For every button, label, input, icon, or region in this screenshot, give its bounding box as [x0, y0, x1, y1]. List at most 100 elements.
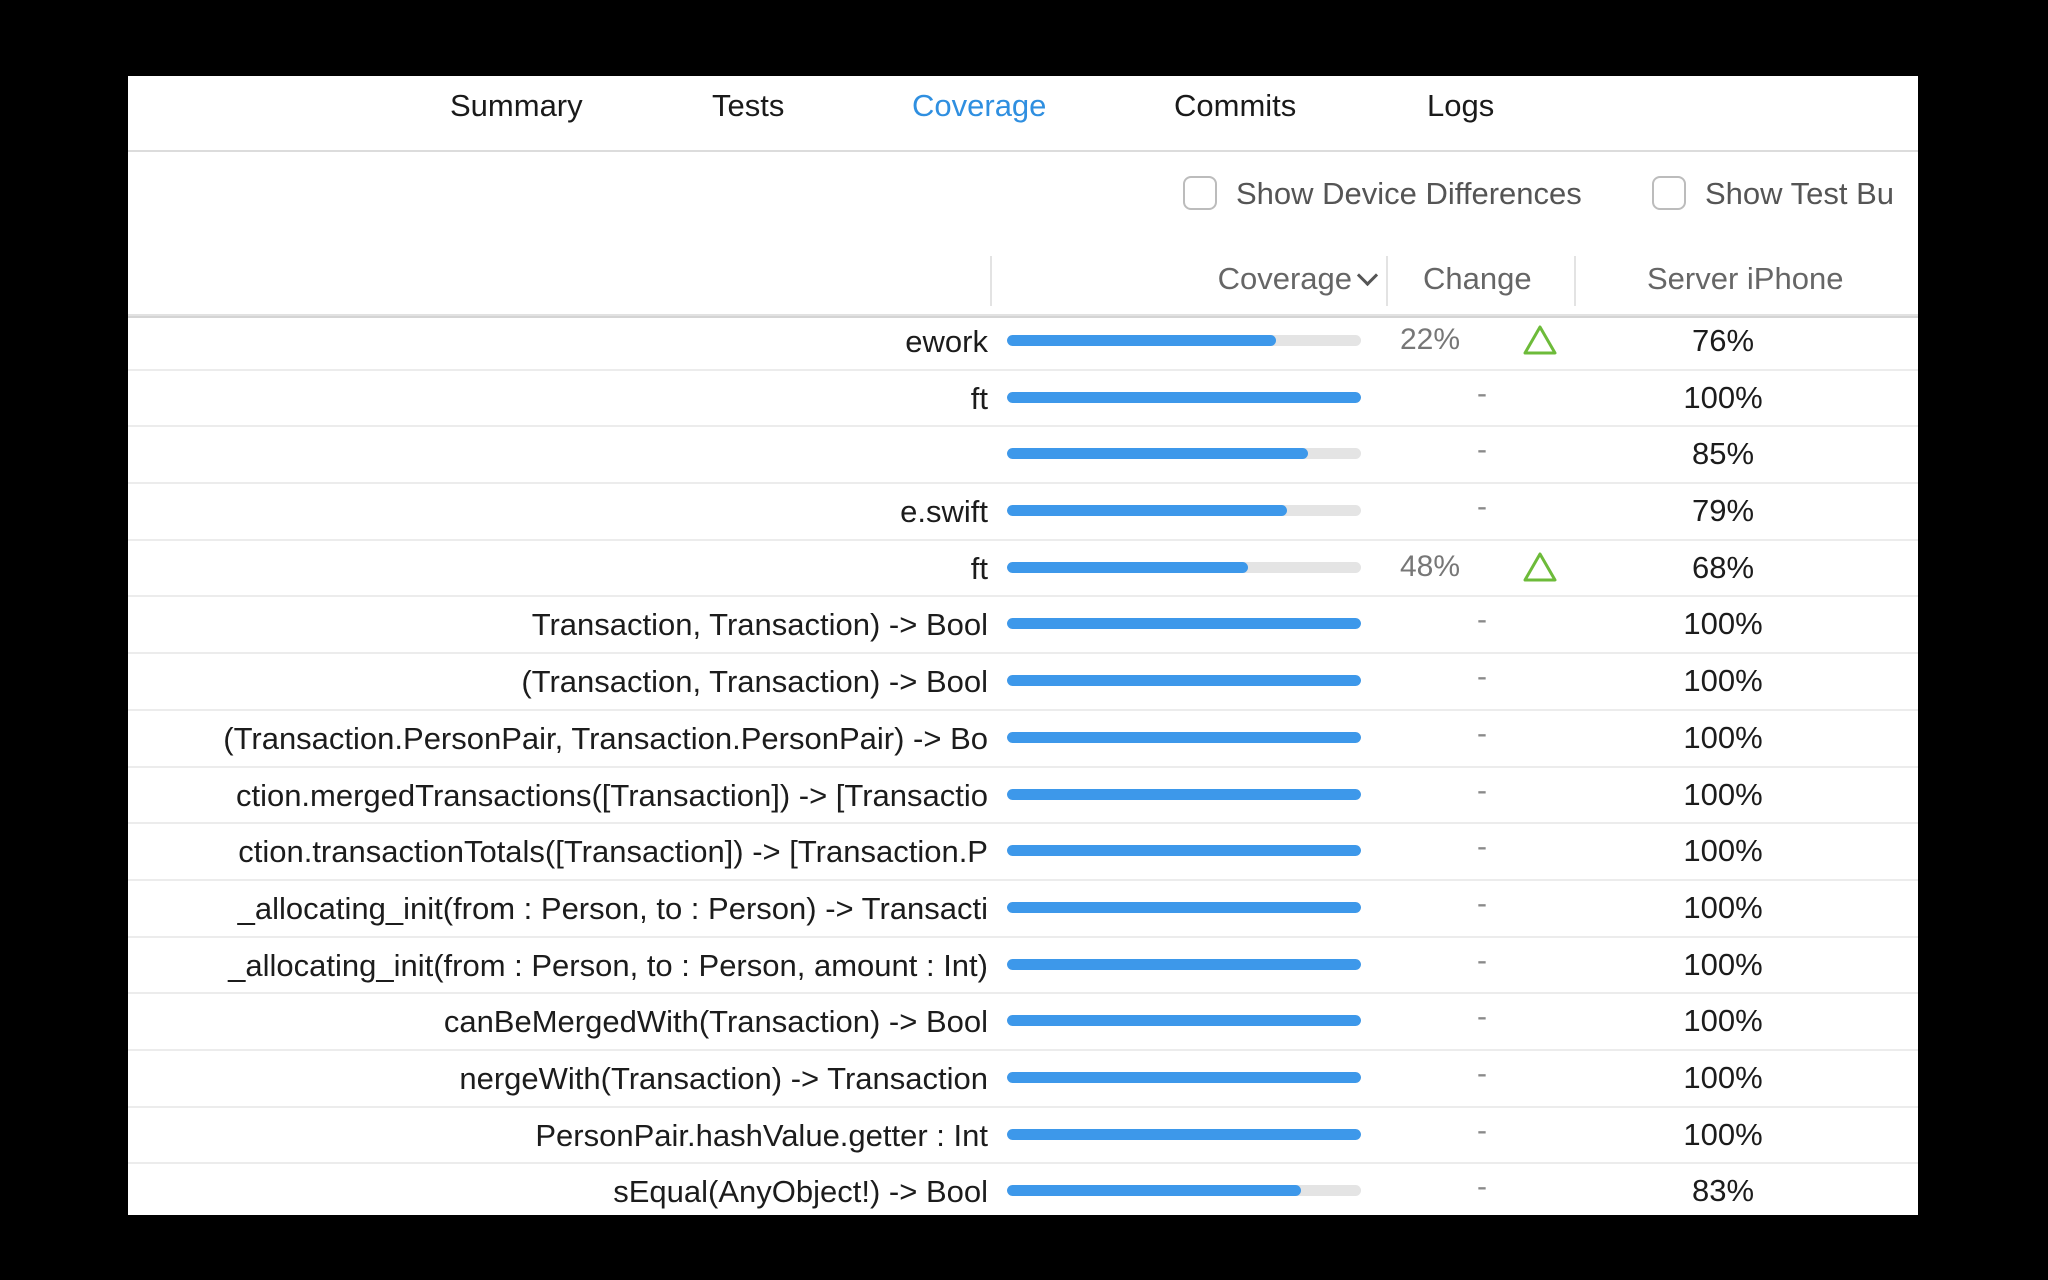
coverage-bar: [1007, 958, 1361, 970]
coverage-bar: [1007, 901, 1361, 913]
table-row[interactable]: _allocating_init(from : Person, to : Per…: [128, 938, 1918, 995]
show-test-bundles-label[interactable]: Show Test Bu: [1705, 176, 1894, 212]
coverage-column-header[interactable]: Coverage: [1217, 259, 1379, 299]
coverage-bar-fill: [1007, 958, 1361, 970]
table-row[interactable]: (Transaction, Transaction) -> Bool - 100%: [128, 654, 1918, 711]
show-device-differences-label[interactable]: Show Device Differences: [1236, 176, 1582, 212]
coverage-bar-fill: [1007, 1128, 1361, 1140]
table-row[interactable]: - 85%: [128, 427, 1918, 485]
coverage-bar: [1007, 505, 1361, 517]
change-value: -: [1477, 1000, 1487, 1034]
change-value: -: [1477, 376, 1487, 410]
table-row[interactable]: nergeWith(Transaction) -> Transaction - 10…: [128, 1051, 1918, 1108]
row-name: (Transaction, Transaction) -> Bool: [521, 664, 988, 700]
device-coverage-percent: 100%: [1683, 606, 1763, 642]
change-value: -: [1477, 660, 1487, 694]
row-name-cell: canBeMergedWith(Transaction) -> Bool: [128, 994, 988, 1048]
row-name-cell: _allocating_init(from : Person, to : Per…: [128, 938, 988, 992]
coverage-bar-fill: [1007, 1185, 1301, 1197]
column-separator: [1386, 256, 1388, 306]
row-name-cell: PersonPair.hashValue.getter : Int: [128, 1108, 988, 1162]
table-row[interactable]: sEqual(AnyObject!) -> Bool - 83%: [128, 1164, 1918, 1215]
change-column-header[interactable]: Change: [1423, 259, 1532, 299]
coverage-bar: [1007, 1015, 1361, 1027]
coverage-window: Summary Tests Coverage Commits Logs Show…: [128, 76, 1918, 1215]
coverage-bar-fill: [1007, 391, 1361, 403]
device-coverage-percent: 100%: [1683, 833, 1763, 869]
row-name: _allocating_init(from : Person, to : Per…: [228, 947, 988, 983]
coverage-bar: [1007, 1071, 1361, 1083]
coverage-bar: [1007, 1128, 1361, 1140]
change-value: -: [1477, 886, 1487, 920]
table-row[interactable]: Transaction, Transaction) -> Bool - 100%: [128, 597, 1918, 655]
table-row[interactable]: e.swift - 79%: [128, 484, 1918, 541]
device-coverage-percent: 100%: [1683, 379, 1763, 415]
row-name: PersonPair.hashValue.getter : Int: [535, 1117, 988, 1153]
row-name-cell: ework: [128, 314, 988, 368]
server-iphone-column-header[interactable]: Server iPhone: [1647, 259, 1843, 299]
row-name: Transaction, Transaction) -> Bool: [531, 607, 988, 643]
show-test-bundles-checkbox[interactable]: [1652, 176, 1686, 210]
row-name: ft: [970, 380, 988, 416]
table-row[interactable]: PersonPair.hashValue.getter : Int - 100%: [128, 1108, 1918, 1165]
device-coverage-percent: 100%: [1683, 663, 1763, 699]
device-coverage-percent: 100%: [1683, 889, 1763, 925]
device-coverage-percent: 83%: [1691, 1173, 1755, 1209]
table-row[interactable]: ework 22% 76%: [128, 314, 1918, 371]
change-value: -: [1477, 490, 1487, 524]
row-name: nergeWith(Transaction) -> Transaction: [459, 1060, 988, 1096]
device-coverage-percent: 100%: [1683, 946, 1763, 982]
coverage-column-label: Coverage: [1217, 261, 1352, 296]
tab-commits[interactable]: Commits: [1174, 88, 1296, 124]
coverage-bar-fill: [1007, 618, 1361, 630]
table-row[interactable]: (Transaction.PersonPair, Transaction.Per…: [128, 711, 1918, 768]
table-row[interactable]: ft 48% 68%: [128, 541, 1918, 598]
tab-summary[interactable]: Summary: [450, 88, 583, 124]
change-value: -: [1477, 1056, 1487, 1090]
row-name-cell: Transaction, Transaction) -> Bool: [128, 597, 988, 651]
table-row[interactable]: ction.transactionTotals([Transaction]) -…: [128, 824, 1918, 881]
tab-logs[interactable]: Logs: [1427, 88, 1494, 124]
chevron-down-icon: [1356, 264, 1379, 286]
change-value: -: [1477, 943, 1487, 977]
coverage-bar-fill: [1007, 505, 1287, 517]
row-name-cell: [128, 427, 988, 481]
row-name: _allocating_init(from : Person, to : Per…: [237, 890, 988, 926]
change-value: -: [1477, 716, 1487, 750]
tab-bar: Summary Tests Coverage Commits Logs: [128, 76, 1918, 152]
coverage-bar: [1007, 788, 1361, 800]
row-name-cell: (Transaction.PersonPair, Transaction.Per…: [128, 711, 988, 765]
coverage-bar-fill: [1007, 1015, 1361, 1027]
device-coverage-percent: 85%: [1691, 436, 1755, 472]
table-row[interactable]: _allocating_init(from : Person, to : Per…: [128, 881, 1918, 938]
row-name-cell: ction.transactionTotals([Transaction]) -…: [128, 824, 988, 878]
row-name-cell: e.swift: [128, 484, 988, 538]
tab-coverage[interactable]: Coverage: [912, 88, 1046, 124]
row-name-cell: (Transaction, Transaction) -> Bool: [128, 654, 988, 708]
coverage-bar-fill: [1007, 448, 1308, 460]
row-name: (Transaction.PersonPair, Transaction.Per…: [223, 720, 988, 756]
change-value: 22%: [1400, 323, 1461, 356]
coverage-bar: [1007, 335, 1361, 346]
change-value: -: [1477, 603, 1487, 637]
coverage-bar: [1007, 618, 1361, 630]
table-row[interactable]: ft - 100%: [128, 371, 1918, 428]
coverage-bar: [1007, 448, 1361, 460]
coverage-bar-fill: [1007, 335, 1277, 346]
table-row[interactable]: canBeMergedWith(Transaction) -> Bool - 100…: [128, 994, 1918, 1051]
tab-tests[interactable]: Tests: [712, 88, 784, 124]
row-name-cell: sEqual(AnyObject!) -> Bool: [128, 1164, 988, 1215]
coverage-bar: [1007, 1185, 1361, 1197]
device-coverage-percent: 100%: [1683, 1059, 1763, 1095]
coverage-table: ework 22% 76% ft - 100% - 85% e.swift - 79% ft 48% 68…: [128, 314, 1918, 1215]
coverage-bar-fill: [1007, 1071, 1361, 1083]
coverage-bar: [1007, 845, 1361, 857]
show-device-differences-checkbox[interactable]: [1183, 176, 1217, 210]
change-value: 48%: [1400, 549, 1461, 583]
row-name: e.swift: [900, 494, 988, 530]
column-separator: [990, 256, 992, 306]
coverage-bar-fill: [1007, 845, 1361, 857]
table-row[interactable]: ction.mergedTransactions([Transaction]) …: [128, 768, 1918, 825]
device-coverage-percent: 100%: [1683, 1116, 1763, 1152]
column-separator: [1574, 256, 1576, 306]
